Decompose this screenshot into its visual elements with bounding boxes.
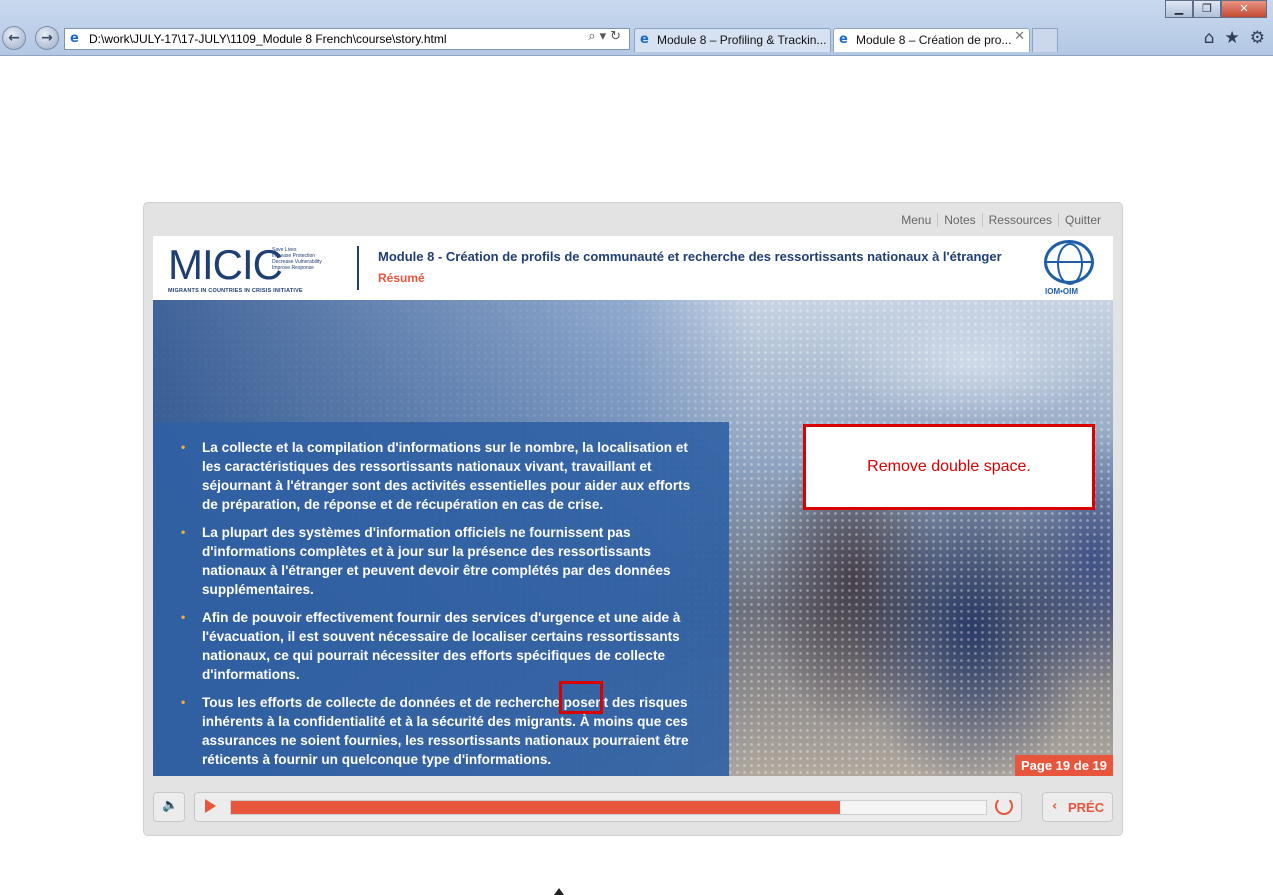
- back-arrow-icon[interactable]: ←: [2, 26, 26, 50]
- summary-text-panel: La collecte et la compilation d'informat…: [153, 422, 729, 776]
- bullet-item: Tous les efforts de collecte de données …: [181, 693, 709, 769]
- home-icon[interactable]: ⌂: [1204, 28, 1215, 48]
- tab-creation[interactable]: e Module 8 – Création de pro... ✕: [833, 28, 1030, 52]
- search-refresh-icons[interactable]: ⌕▾↻: [588, 29, 625, 44]
- slide-header: MICIC Save Lives Increase Protection Dec…: [153, 236, 1113, 300]
- bullet-item: La collecte et la compilation d'informat…: [181, 438, 709, 514]
- ie-page-icon: e: [70, 31, 79, 46]
- ie-tab-icon: e: [640, 32, 649, 47]
- tab-profiling[interactable]: e Module 8 – Profiling & Trackin...: [634, 28, 831, 52]
- player-top-menu: Menu Notes Ressources Quitter: [895, 213, 1107, 227]
- replay-icon[interactable]: [995, 797, 1013, 815]
- iom-logo: IOM•OIM: [1041, 240, 1099, 298]
- section-title: Résumé: [378, 271, 425, 285]
- playback-bar: [194, 792, 1022, 822]
- favorites-star-icon[interactable]: ★: [1225, 28, 1240, 48]
- resources-link[interactable]: Ressources: [981, 213, 1058, 227]
- new-tab-button[interactable]: [1032, 28, 1058, 52]
- slide: MICIC Save Lives Increase Protection Dec…: [153, 236, 1113, 776]
- address-text: D:\work\JULY-17\17-JULY\1109_Module 8 Fr…: [89, 32, 447, 46]
- iom-globe-icon: [1044, 240, 1094, 285]
- window-controls: ▁ ❐ ✕: [1165, 0, 1267, 18]
- migrants-photo: La collecte et la compilation d'informat…: [153, 300, 1113, 776]
- forward-arrow-icon[interactable]: →: [35, 26, 59, 50]
- seek-bar[interactable]: [230, 800, 987, 815]
- mouse-cursor: [554, 888, 564, 895]
- module-title: Module 8 - Création de profils de commun…: [378, 249, 1002, 264]
- address-bar[interactable]: e D:\work\JULY-17\17-JULY\1109_Module 8 …: [64, 28, 630, 50]
- previous-button[interactable]: ‹ PRÉC: [1042, 792, 1113, 822]
- restore-icon[interactable]: ❐: [1193, 0, 1221, 18]
- previous-label: PRÉC: [1068, 800, 1105, 815]
- bullet-item: La plupart des systèmes d'information of…: [181, 523, 709, 599]
- tab-label: Module 8 – Création de pro...: [856, 33, 1012, 47]
- ie-tab-icon: e: [839, 32, 848, 47]
- tab-label: Module 8 – Profiling & Trackin...: [657, 33, 827, 47]
- double-space-highlight: [559, 681, 603, 714]
- course-player: Menu Notes Ressources Quitter MICIC Save…: [143, 202, 1123, 836]
- bullet-item: Afin de pouvoir effectivement fournir de…: [181, 608, 709, 684]
- page-indicator: Page 19 de 19: [1015, 755, 1113, 776]
- play-icon[interactable]: [205, 799, 216, 813]
- progress-fill: [231, 801, 841, 814]
- minimize-icon[interactable]: ▁: [1165, 0, 1193, 18]
- chevron-left-icon: ‹: [1052, 799, 1058, 814]
- settings-gear-icon[interactable]: ⚙: [1250, 28, 1265, 48]
- notes-link[interactable]: Notes: [937, 213, 981, 227]
- header-divider: [357, 246, 359, 290]
- quit-link[interactable]: Quitter: [1057, 213, 1107, 227]
- browser-toolbar-icons: ⌂ ★ ⚙: [1204, 28, 1265, 48]
- micic-logo: MICIC Save Lives Increase Protection Dec…: [168, 241, 322, 295]
- browser-chrome: ← → e D:\work\JULY-17\17-JULY\1109_Modul…: [0, 0, 1273, 56]
- review-comment-box: Remove double space.: [803, 424, 1095, 510]
- volume-button[interactable]: 🔈: [153, 792, 185, 822]
- close-window-icon[interactable]: ✕: [1221, 0, 1267, 18]
- close-tab-icon[interactable]: ✕: [1014, 29, 1025, 44]
- speaker-icon: 🔈: [162, 798, 179, 813]
- menu-link[interactable]: Menu: [895, 213, 937, 227]
